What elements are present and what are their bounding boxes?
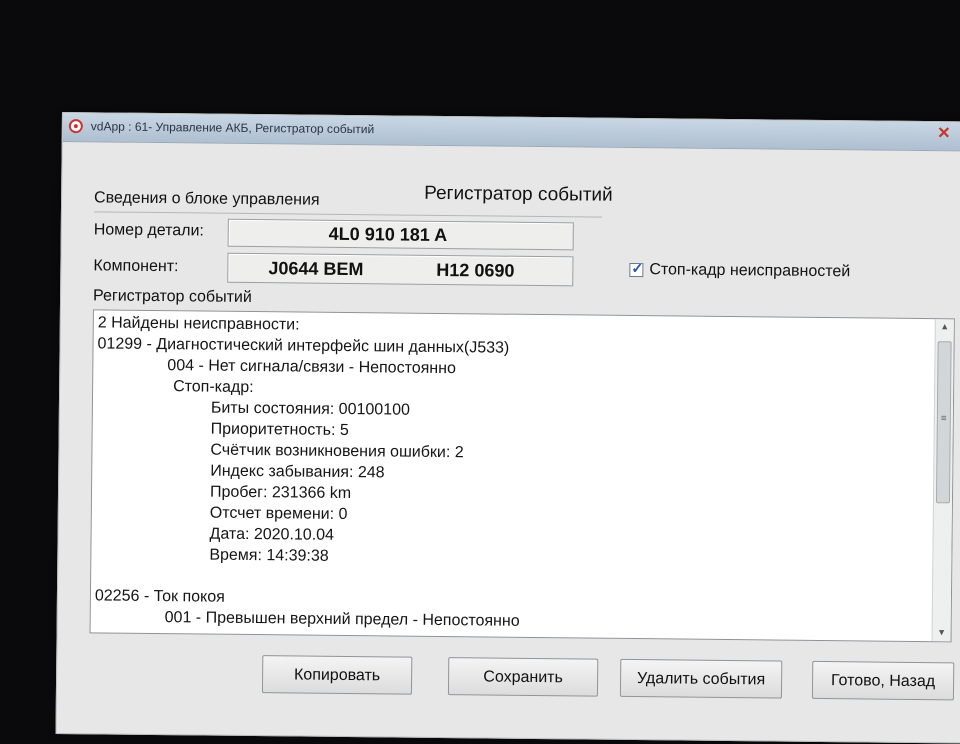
part-number-label: Номер детали: — [93, 221, 205, 240]
close-button[interactable]: ✕ — [929, 124, 959, 144]
app-window: vdApp : 61- Управление АКБ, Регистратор … — [55, 112, 960, 744]
page-title: Регистратор событий — [424, 182, 613, 206]
event-log-textbox[interactable]: 2 Найдены неисправности: 01299 - Диагност… — [89, 309, 955, 643]
event-log-content: 2 Найдены неисправности: 01299 - Диагност… — [95, 312, 924, 636]
scroll-grip-icon: ≡ — [940, 413, 947, 425]
part-number-value: 4L0 910 181 A — [328, 223, 448, 246]
scroll-up-icon[interactable]: ▲ — [939, 321, 951, 333]
log-scrollbar[interactable]: ▲ ≡ ▼ — [931, 319, 954, 642]
freeze-frame-checkbox[interactable]: ✓ — [629, 259, 644, 278]
control-unit-info-label: Сведения о блоке управления — [94, 189, 320, 209]
component-version: H12 0690 — [436, 259, 515, 281]
scroll-thumb[interactable]: ≡ — [935, 341, 952, 504]
section-divider — [93, 211, 602, 218]
scroll-down-icon[interactable]: ▼ — [936, 627, 948, 639]
delete-events-button[interactable]: Удалить события — [619, 658, 783, 699]
component-code: J0644 BEM — [268, 258, 364, 280]
component-label: Компонент: — [93, 257, 179, 276]
component-field: J0644 BEM H12 0690 — [227, 252, 574, 287]
done-back-button[interactable]: Готово, Назад — [811, 660, 955, 701]
part-number-field: 4L0 910 181 A — [227, 218, 574, 251]
copy-button[interactable]: Копировать — [261, 655, 413, 695]
freeze-frame-label: Стоп-кадр неисправностей — [649, 261, 851, 281]
window-title: vdApp : 61- Управление АКБ, Регистратор … — [90, 119, 375, 137]
app-logo-icon — [68, 119, 83, 134]
save-button[interactable]: Сохранить — [447, 657, 599, 697]
title-bar[interactable]: vdApp : 61- Управление АКБ, Регистратор … — [62, 113, 960, 152]
event-log-label: Регистратор событий — [92, 287, 252, 306]
checkmark-icon: ✓ — [631, 259, 644, 277]
